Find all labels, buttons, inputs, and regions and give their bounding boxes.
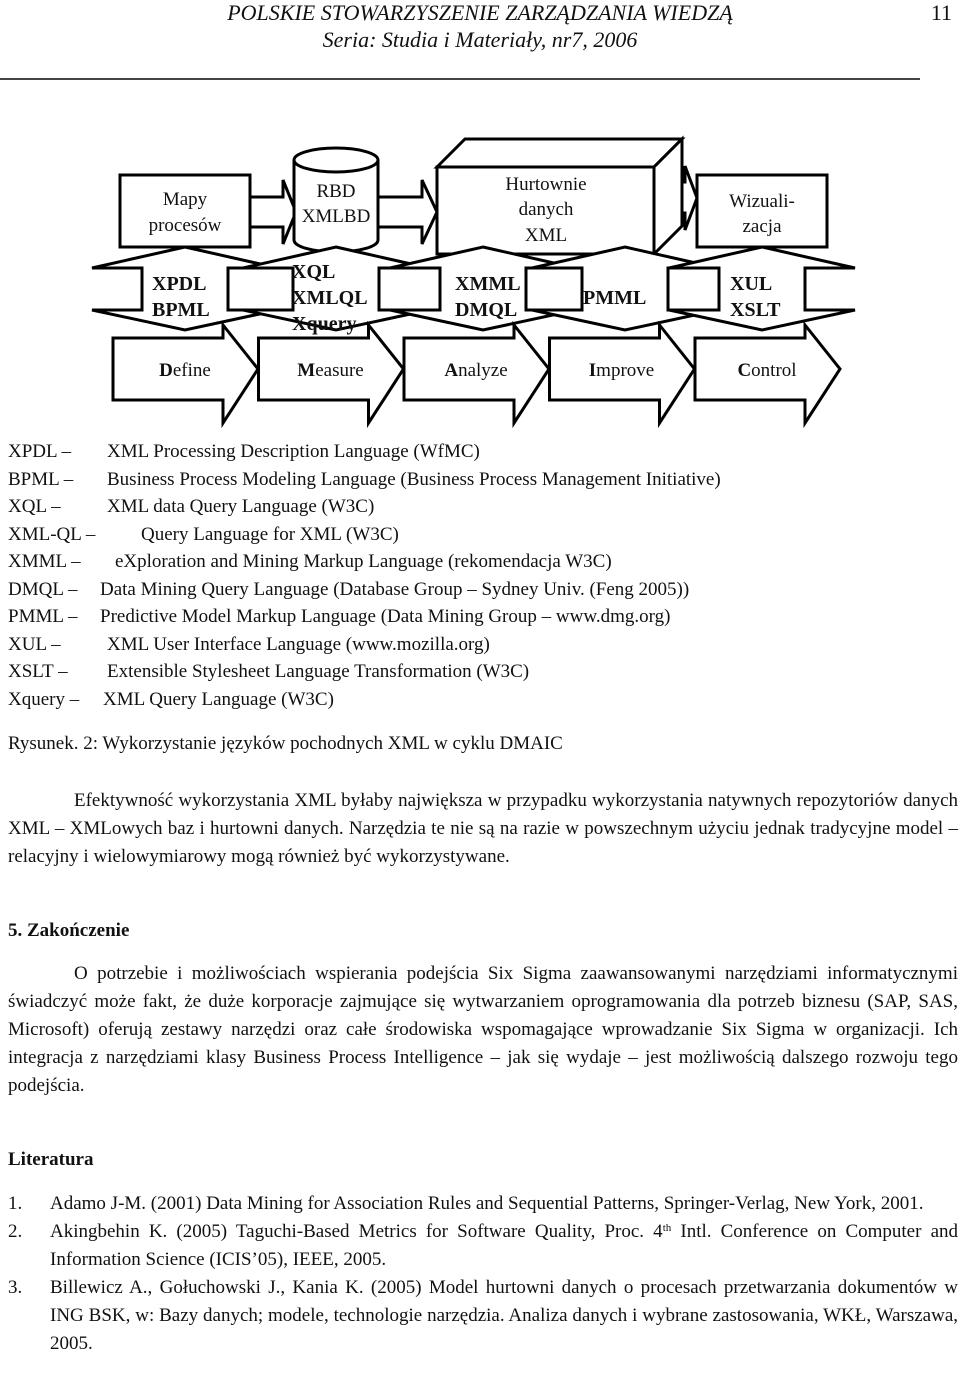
dmaic-label: Improve (589, 360, 654, 381)
abbreviation-definition: Extensible Stylesheet Language Transform… (107, 661, 530, 682)
abbreviation-definition: eXploration and Mining Markup Language (… (115, 551, 612, 572)
lang-xslt: XSLT (730, 299, 781, 321)
header-rule (0, 78, 920, 80)
lang-bpml: BPML (152, 299, 210, 321)
warehouse-label-2: danych (519, 199, 574, 220)
reference-number: 1. (8, 1193, 23, 1214)
box-process-maps-label: Mapy (163, 189, 208, 210)
dmaic-label: Control (737, 360, 796, 381)
abbreviation-definition: XML Query Language (W3C) (103, 688, 334, 710)
dmaic-xml-diagram: Mapy procesów RBD XMLBD Hurtownie danych… (91, 135, 856, 429)
paragraph-conclusion: O potrzebie i możliwościach wspierania p… (8, 960, 958, 1100)
reference-item: 1. Adamo J-M. (2001) Data Mining for Asso… (8, 1190, 958, 1218)
warehouse-label-3: XML (525, 225, 567, 246)
reference-number: 2. (8, 1221, 23, 1242)
box-process-maps-label-2: procesów (149, 215, 222, 236)
figure-caption: Rysunek. 2: Wykorzystanie języków pochod… (8, 733, 563, 754)
abbreviation-definition: Predictive Model Markup Language (Data M… (100, 606, 671, 627)
box-process-maps (118, 173, 252, 249)
lang-xquery: Xquery (292, 313, 356, 335)
dmaic-label: Define (159, 360, 211, 381)
section-heading: 5. Zakończenie (8, 920, 130, 941)
abbreviation-definition: XML User Interface Language (www.mozilla… (107, 633, 490, 655)
reference-text: Akingbehin K. (2005) Taguchi-Based Metri… (50, 1221, 663, 1242)
abbreviation-term: XPDL – (8, 441, 72, 462)
paragraph-text: O potrzebie i możliwościach wspierania p… (8, 963, 958, 1096)
lang-xql: XQL (292, 261, 335, 283)
dmaic-label: Analyze (444, 360, 507, 381)
lang-pmml: PMML (583, 287, 646, 309)
lang-xmlql: XMLQL (292, 287, 368, 309)
abbreviation-term: XMML – (8, 551, 81, 572)
journal-title: POLSKIE STOWARZYSZENIE ZARZĄDZANIA WIEDZ… (227, 0, 733, 25)
abbreviation-definition: XML data Query Language (W3C) (107, 496, 375, 517)
cylinder-label-2: XMLBD (302, 206, 371, 227)
abbreviation-term: XQL – (8, 496, 61, 517)
series-subtitle: Seria: Studia i Materiały, nr7, 2006 (322, 27, 638, 52)
visualization-label-2: zacja (742, 216, 782, 237)
abbreviation-term: DMQL – (8, 578, 78, 600)
abbreviation-definition: XML Processing Description Language (WfM… (107, 441, 480, 462)
flow-arrow-1 (248, 179, 298, 245)
lang-xpdl: XPDL (152, 273, 206, 295)
abbreviation-definition: Business Process Modeling Language (Busi… (107, 468, 721, 490)
abbreviation-definition: Data Mining Query Language (Database Gro… (100, 578, 690, 600)
reference-text: Adamo J-M. (2001) Data Mining for Associ… (50, 1193, 924, 1214)
reference-item: 3. Billewicz A., Gołuchowski J., Kania K.… (8, 1274, 958, 1358)
visualization-label-1: Wizuali- (729, 191, 795, 212)
box-3d-top (433, 137, 686, 169)
flow-arrow-2 (376, 179, 439, 245)
page-number: 11 (930, 0, 952, 25)
lang-xmml: XMML (455, 273, 521, 295)
abbreviation-term: XUL – (8, 633, 61, 655)
reference-text: Billewicz A., Gołuchowski J., Kania K. (… (50, 1277, 958, 1354)
warehouse-label-1: Hurtownie (505, 174, 586, 195)
lang-xul: XUL (730, 273, 772, 295)
paragraph-xml-effectiveness: Efektywność wykorzystania XML byłaby naj… (8, 787, 958, 871)
reference-number: 3. (8, 1277, 23, 1298)
reference-item: 2. Akingbehin K. (2005) Taguchi-Based Met… (8, 1218, 958, 1274)
cylinder-label-1: RBD (316, 181, 355, 202)
superscript: th (662, 1222, 672, 1234)
abbreviation-term: XML-QL – (8, 523, 96, 545)
reference-list: 1. Adamo J-M. (2001) Data Mining for Asso… (8, 1190, 958, 1358)
abbreviation-definition: Query Language for XML (W3C) (141, 523, 399, 545)
abbreviation-term: BPML – (8, 468, 74, 490)
lang-dmql: DMQL (455, 299, 517, 321)
paragraph-text: Efektywność wykorzystania XML byłaby naj… (8, 790, 958, 867)
dmaic-label: Measure (297, 360, 363, 381)
literature-heading: Literatura (8, 1149, 94, 1170)
abbreviation-term: XSLT – (8, 661, 68, 682)
cylinder-top (292, 146, 380, 174)
abbreviation-term: PMML – (8, 606, 78, 627)
abbreviation-term: Xquery – (8, 688, 80, 710)
